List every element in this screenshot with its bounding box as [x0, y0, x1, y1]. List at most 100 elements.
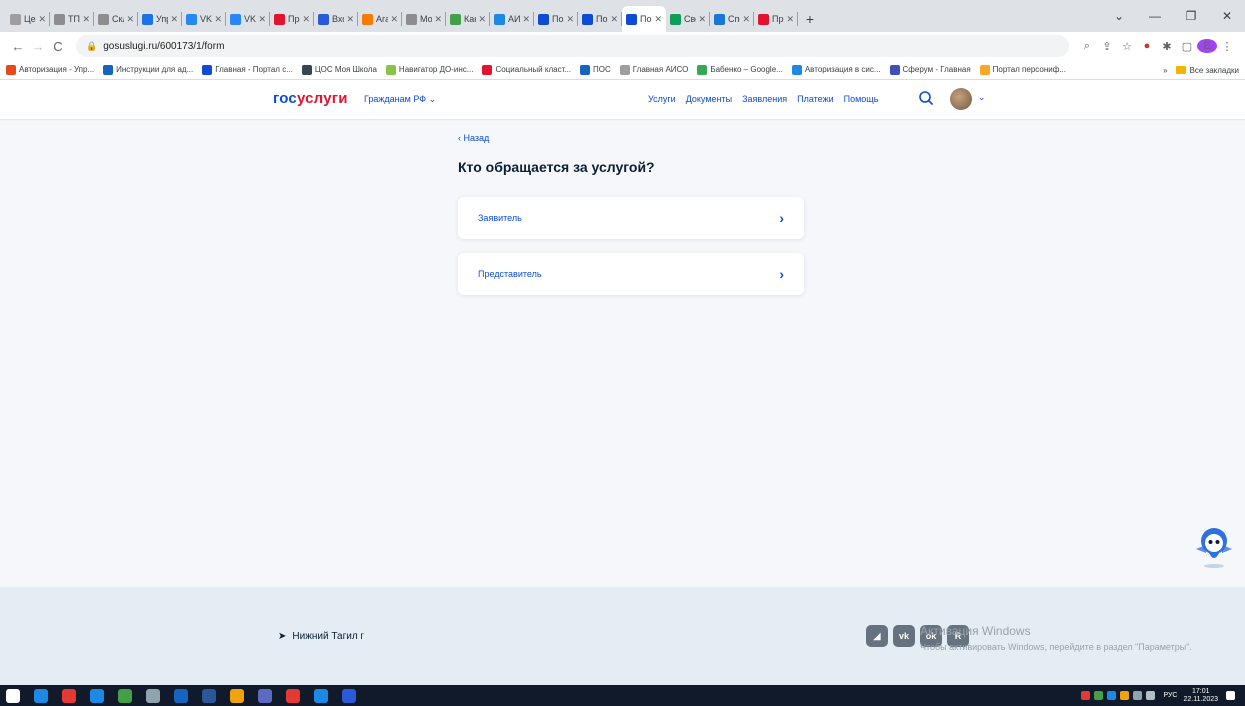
system-clock[interactable]: 17:01 22.11.2023: [1183, 688, 1218, 704]
nav-help[interactable]: Помощь: [844, 94, 879, 104]
browser-tab[interactable]: Пор✕: [622, 6, 666, 32]
zoom-icon[interactable]: ⌕: [1077, 40, 1097, 53]
bookmark-item[interactable]: Навигатор ДО-инс...: [385, 64, 473, 75]
taskbar-app-icon[interactable]: [118, 688, 132, 703]
tab-close-icon[interactable]: ✕: [258, 14, 266, 25]
browser-tab[interactable]: АИС✕: [490, 6, 534, 32]
taskbar-app-icon[interactable]: [90, 688, 104, 703]
tab-close-icon[interactable]: ✕: [214, 14, 222, 25]
taskbar-app-icon[interactable]: [258, 688, 272, 703]
back-link[interactable]: ‹ Назад: [458, 133, 489, 143]
nav-applications[interactable]: Заявления: [742, 94, 787, 104]
tab-close-icon[interactable]: ✕: [390, 14, 398, 25]
browser-tab[interactable]: VK ✕: [182, 6, 226, 32]
input-language[interactable]: РУС: [1163, 692, 1177, 699]
browser-tab[interactable]: Вхо✕: [314, 6, 358, 32]
search-icon[interactable]: [918, 90, 934, 106]
taskbar-app-icon[interactable]: [286, 688, 300, 703]
tab-close-icon[interactable]: ✕: [126, 14, 134, 25]
extensions-puzzle-icon[interactable]: ✱: [1157, 40, 1177, 53]
bookmarks-more-button[interactable]: »: [1163, 66, 1167, 75]
citizen-menu-dropdown[interactable]: Гражданам РФ ⌄: [364, 94, 436, 105]
tab-close-icon[interactable]: ✕: [346, 14, 354, 25]
tab-close-icon[interactable]: ✕: [786, 14, 794, 25]
browser-tab[interactable]: Про✕: [270, 6, 314, 32]
browser-tab[interactable]: Мо ✕: [402, 6, 446, 32]
taskbar-app-icon[interactable]: [230, 688, 244, 703]
taskbar-app-icon[interactable]: [342, 688, 356, 703]
minimize-icon[interactable]: —: [1137, 9, 1173, 23]
bookmark-item[interactable]: Портал персониф...: [979, 64, 1066, 75]
notifications-icon[interactable]: [1226, 691, 1235, 700]
taskbar-app-icon[interactable]: [34, 688, 48, 703]
bookmark-item[interactable]: ПОС: [580, 64, 611, 75]
option-representative[interactable]: Представитель ›: [458, 253, 804, 295]
browser-tab[interactable]: Про✕: [754, 6, 798, 32]
telegram-icon[interactable]: ◢: [866, 625, 888, 647]
browser-tab[interactable]: Све✕: [666, 6, 710, 32]
location-link[interactable]: ➤ Нижний Тагил г: [278, 631, 364, 642]
back-arrow-icon[interactable]: ←: [8, 39, 28, 54]
browser-tab[interactable]: Спе✕: [710, 6, 754, 32]
tab-close-icon[interactable]: ✕: [302, 14, 310, 25]
tab-close-icon[interactable]: ✕: [434, 14, 442, 25]
tray-app-icon[interactable]: [1094, 691, 1104, 700]
bookmark-item[interactable]: Бабенко – Google...: [697, 64, 783, 75]
profile-avatar-icon[interactable]: E: [1197, 39, 1217, 53]
tab-close-icon[interactable]: ✕: [698, 14, 706, 25]
taskbar-app-icon[interactable]: [62, 688, 76, 703]
forward-arrow-icon[interactable]: →: [28, 39, 48, 54]
bookmark-item[interactable]: Инструкции для ад...: [103, 64, 193, 75]
close-window-icon[interactable]: ✕: [1209, 9, 1245, 23]
browser-tab[interactable]: Ага ✕: [358, 6, 402, 32]
browser-tab[interactable]: Как ✕: [446, 6, 490, 32]
browser-tab[interactable]: Скл✕: [94, 6, 138, 32]
side-panel-icon[interactable]: ▢: [1177, 40, 1197, 53]
url-input[interactable]: 🔒 gosuslugi.ru/600173/1/form: [76, 35, 1069, 57]
browser-tab[interactable]: VK ✕: [226, 6, 270, 32]
browser-tab[interactable]: Пор✕: [578, 6, 622, 32]
taskbar-app-icon[interactable]: [202, 688, 216, 703]
bookmark-item[interactable]: Главная - Портал с...: [202, 64, 293, 75]
nav-documents[interactable]: Документы: [686, 94, 732, 104]
browser-tab[interactable]: ТП ✕: [50, 6, 94, 32]
browser-tab[interactable]: Пор✕: [534, 6, 578, 32]
option-applicant[interactable]: Заявитель ›: [458, 197, 804, 239]
nav-services[interactable]: Услуги: [648, 94, 676, 104]
browser-menu-icon[interactable]: ⋮: [1217, 40, 1237, 53]
bookmark-item[interactable]: Главная АИСО: [619, 64, 688, 75]
tab-close-icon[interactable]: ✕: [38, 14, 46, 25]
volume-icon[interactable]: [1146, 691, 1156, 700]
windows-start-icon[interactable]: [6, 688, 20, 703]
new-tab-button[interactable]: +: [798, 6, 822, 32]
bookmark-item[interactable]: Авторизация - Упр...: [6, 64, 94, 75]
taskbar-app-icon[interactable]: [174, 688, 188, 703]
chevron-down-icon[interactable]: ⌄: [978, 92, 986, 103]
tray-app-icon[interactable]: [1120, 691, 1130, 700]
taskbar-app-icon[interactable]: [314, 688, 328, 703]
tab-close-icon[interactable]: ✕: [478, 14, 486, 25]
tab-close-icon[interactable]: ✕: [82, 14, 90, 25]
bookmark-item[interactable]: ЦОС Моя Школа: [301, 64, 377, 75]
maximize-icon[interactable]: ❐: [1173, 9, 1209, 23]
nav-payments[interactable]: Платежи: [797, 94, 834, 104]
user-avatar[interactable]: [950, 88, 972, 110]
gosuslugi-logo[interactable]: госуслуги: [273, 90, 348, 107]
all-bookmarks-button[interactable]: Все закладки: [1190, 66, 1239, 75]
tray-app-icon[interactable]: [1107, 691, 1117, 700]
extension-icon[interactable]: ●: [1137, 40, 1157, 52]
tab-search-icon[interactable]: ⌄: [1101, 9, 1137, 23]
tray-app-icon[interactable]: [1081, 691, 1091, 700]
taskbar-app-icon[interactable]: [146, 688, 160, 703]
tab-close-icon[interactable]: ✕: [610, 14, 618, 25]
tab-close-icon[interactable]: ✕: [654, 14, 662, 25]
vk-icon[interactable]: vk: [893, 625, 915, 647]
tab-close-icon[interactable]: ✕: [522, 14, 530, 25]
bookmark-item[interactable]: Сферум - Главная: [889, 64, 971, 75]
chat-robot-icon[interactable]: [1192, 523, 1236, 569]
bookmark-item[interactable]: Авторизация в сис...: [791, 64, 881, 75]
bookmark-star-icon[interactable]: ☆: [1117, 40, 1137, 53]
tab-close-icon[interactable]: ✕: [566, 14, 574, 25]
bookmark-item[interactable]: Социальный класт...: [482, 64, 571, 75]
tab-close-icon[interactable]: ✕: [170, 14, 178, 25]
